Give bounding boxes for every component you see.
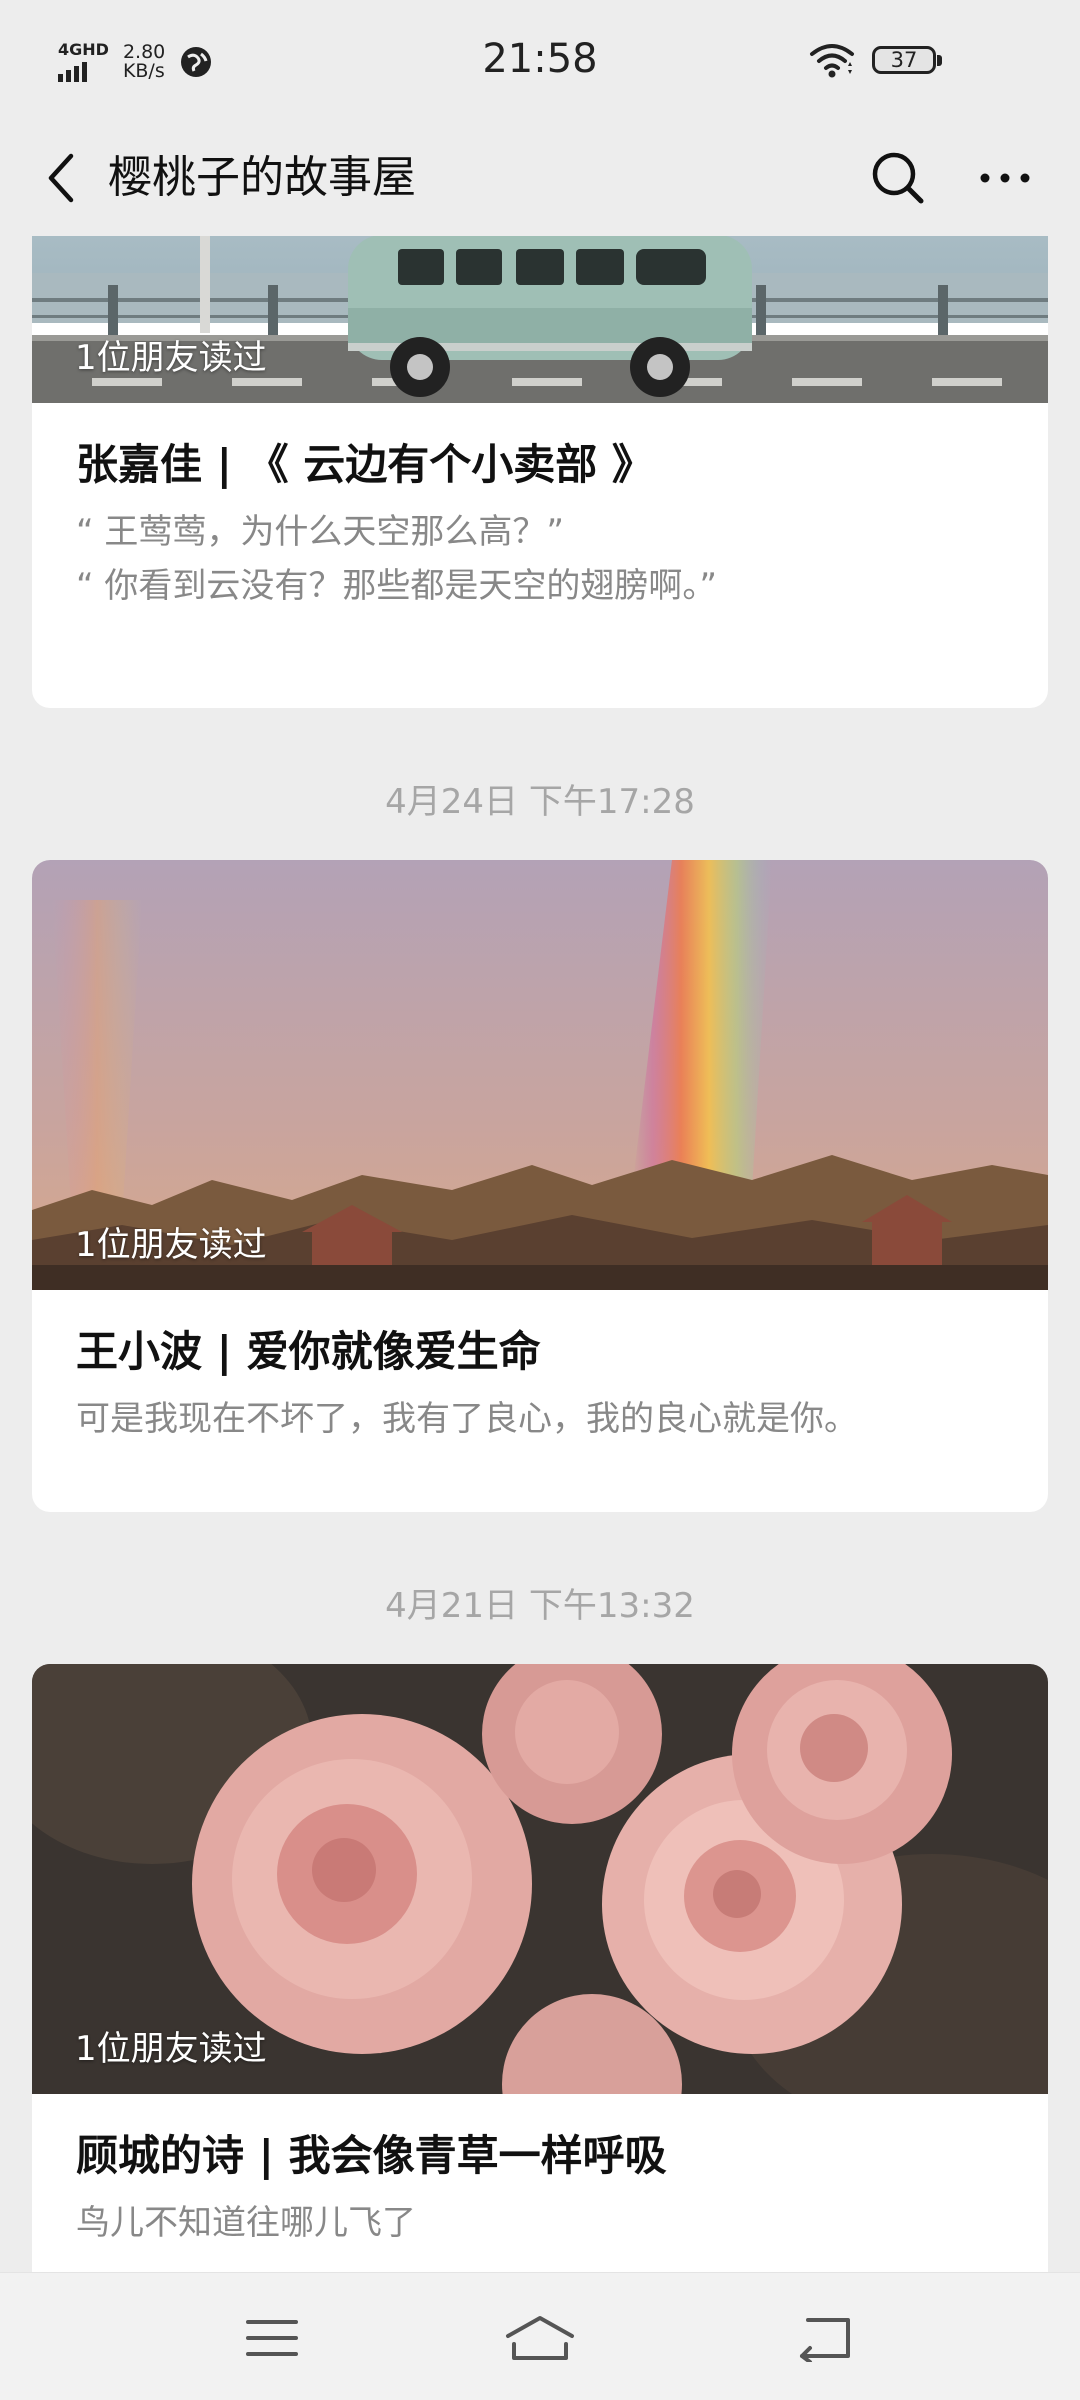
article-cover-image: 1位朋友读过 xyxy=(32,236,1048,403)
battery-level: 37 xyxy=(890,48,918,72)
friends-read-badge: 1位朋友读过 xyxy=(75,2029,267,2069)
excerpt-line: 鸟儿不知道往哪儿飞了 xyxy=(76,2203,416,2243)
article-excerpt: 鸟儿不知道往哪儿飞了 xyxy=(76,2196,1004,2250)
article-body: 顾城的诗 | 我会像青草一样呼吸 鸟儿不知道往哪儿飞了 xyxy=(32,2094,1048,2250)
article-cover-image: 1位朋友读过 xyxy=(32,1664,1048,2094)
article-title: 王小波 | 爱你就像爱生命 xyxy=(76,1327,541,1376)
back-nav-button[interactable] xyxy=(784,2303,864,2373)
article-excerpt: 可是我现在不坏了，我有了良心，我的良心就是你。 xyxy=(76,1392,1004,1446)
article-excerpt: “ 王莺莺，为什么天空那么高？” “ 你看到云没有？那些都是天空的翅膀啊。” xyxy=(76,505,1004,613)
more-horizontal-icon xyxy=(980,173,1030,183)
article-cover-image: 1位朋友读过 xyxy=(32,860,1048,1290)
more-button[interactable] xyxy=(970,146,1040,210)
status-right: 37 xyxy=(808,42,942,78)
article-card[interactable]: 1位朋友读过 张嘉佳 | 《 云边有个小卖部 》 “ 王莺莺，为什么天空那么高？… xyxy=(32,236,1048,708)
article-body: 王小波 | 爱你就像爱生命 可是我现在不坏了，我有了良心，我的良心就是你。 xyxy=(32,1290,1048,1446)
wifi-icon xyxy=(810,44,854,78)
status-bar: 4GHD 2.80 KB/s 21:58 37 xyxy=(0,0,1080,120)
chevron-left-icon xyxy=(48,153,74,203)
article-title: 顾城的诗 | 我会像青草一样呼吸 xyxy=(76,2131,667,2180)
excerpt-line: “ 你看到云没有？那些都是天空的翅膀啊。” xyxy=(76,566,718,606)
back-button[interactable] xyxy=(30,146,90,210)
excerpt-line: 可是我现在不坏了，我有了良心，我的良心就是你。 xyxy=(76,1399,858,1439)
friends-read-badge: 1位朋友读过 xyxy=(75,1225,267,1265)
article-card[interactable]: 1位朋友读过 王小波 | 爱你就像爱生命 可是我现在不坏了，我有了良心，我的良心… xyxy=(32,860,1048,1512)
menu-icon xyxy=(246,2320,298,2356)
friends-read-badge: 1位朋友读过 xyxy=(75,338,267,378)
excerpt-line: “ 王莺莺，为什么天空那么高？” xyxy=(76,512,565,552)
article-card[interactable]: 1位朋友读过 顾城的诗 | 我会像青草一样呼吸 鸟儿不知道往哪儿飞了 xyxy=(32,1664,1048,2272)
screen: 4GHD 2.80 KB/s 21:58 37 樱桃子的故事屋 1位朋友读过 张… xyxy=(0,0,1080,2400)
back-arrow-icon xyxy=(800,2318,850,2362)
date-divider: 4月21日 下午13:32 xyxy=(385,1586,695,1626)
recents-button[interactable] xyxy=(232,2303,312,2373)
home-button[interactable] xyxy=(500,2303,580,2373)
article-title: 张嘉佳 | 《 云边有个小卖部 》 xyxy=(76,440,654,489)
search-icon xyxy=(872,152,924,204)
nav-bar: 樱桃子的故事屋 xyxy=(0,120,1080,236)
home-icon xyxy=(506,2316,574,2360)
article-feed: 1位朋友读过 张嘉佳 | 《 云边有个小卖部 》 “ 王莺莺，为什么天空那么高？… xyxy=(0,236,1080,2272)
date-divider: 4月24日 下午17:28 xyxy=(385,782,695,822)
battery-indicator: 37 xyxy=(872,46,942,74)
article-body: 张嘉佳 | 《 云边有个小卖部 》 “ 王莺莺，为什么天空那么高？” “ 你看到… xyxy=(32,403,1048,613)
search-button[interactable] xyxy=(866,146,930,210)
page-title: 樱桃子的故事屋 xyxy=(108,152,416,203)
system-nav-bar xyxy=(0,2272,1080,2400)
